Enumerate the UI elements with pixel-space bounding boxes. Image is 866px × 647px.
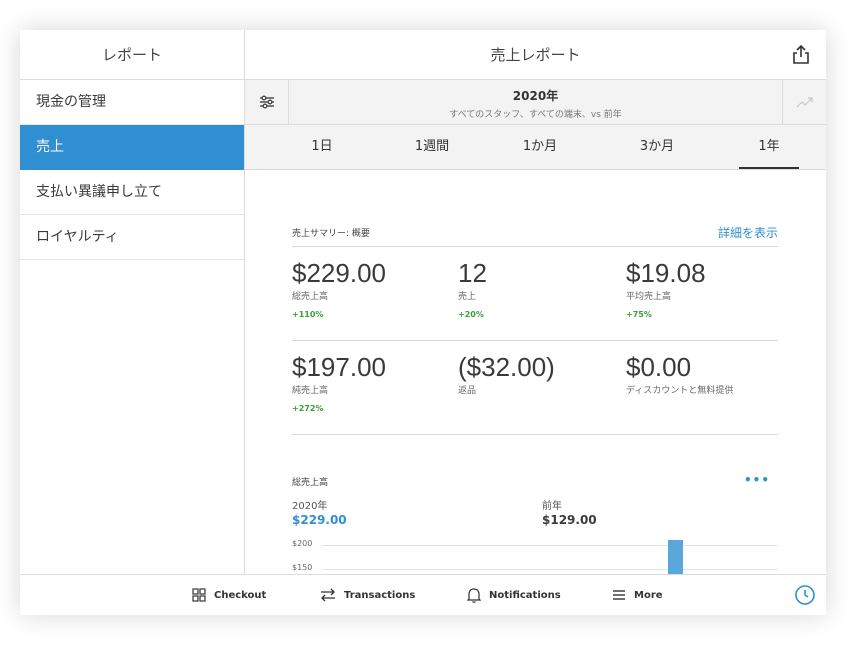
tab-1-day[interactable]: 1日 xyxy=(307,125,337,169)
period-tabs: 1日 1週間 1か月 3か月 1年 xyxy=(245,125,826,170)
bottom-nav: Checkout Transactions Notifications More xyxy=(20,574,826,615)
metric-refunds: ($32.00) 返品 xyxy=(458,353,555,396)
metric-value: $19.08 xyxy=(626,258,706,288)
sidebar-item-disputes[interactable]: 支払い異議申し立て xyxy=(20,170,244,215)
grid-icon xyxy=(192,588,206,602)
metric-sales-count: 12 売上 +20% xyxy=(458,259,487,319)
metric-discounts: $0.00 ディスカウントと無料提供 xyxy=(626,353,733,396)
chart-title: 総売上高 xyxy=(292,478,329,488)
tab-1-month[interactable]: 1か月 xyxy=(520,125,560,169)
grid-line xyxy=(322,569,778,570)
nav-more[interactable]: More xyxy=(612,575,663,615)
swap-arrows-icon xyxy=(321,588,335,602)
sidebar-item-sales[interactable]: 売上 xyxy=(20,125,244,170)
metric-change: +272% xyxy=(292,404,324,413)
nav-notifications[interactable]: Notifications xyxy=(467,575,561,615)
sliders-icon xyxy=(259,95,274,109)
sales-summary: 売上サマリー: 概要 詳細を表示 $229.00 総売上高 +110% 12 売… xyxy=(292,225,778,575)
gross-sales-chart: 総売上高 ••• 2020年 $229.00 前年 $129.00 $200 $… xyxy=(292,435,778,575)
nav-label: Transactions xyxy=(344,589,416,601)
metric-change: +75% xyxy=(626,310,652,319)
app-window: レポート 現金の管理 売上 支払い異議申し立て ロイヤルティ 売上レポート 20… xyxy=(20,30,826,615)
share-icon[interactable] xyxy=(792,45,810,65)
page-title: 売上レポート xyxy=(490,46,581,64)
nav-transactions[interactable]: Transactions xyxy=(320,575,415,615)
bell-icon xyxy=(467,588,481,603)
menu-icon xyxy=(613,590,625,600)
metric-value: ($32.00) xyxy=(458,352,555,382)
sidebar-title: レポート xyxy=(20,30,244,80)
chart-bar xyxy=(668,540,683,575)
metrics-row: $229.00 総売上高 +110% 12 売上 +20% $19.08 平均売… xyxy=(292,247,778,341)
sidebar-item-cash-management[interactable]: 現金の管理 xyxy=(20,80,244,125)
main-panel: 売上レポート 2020年 すべてのスタッフ、すべての端末、vs 前年 1日 1週… xyxy=(245,30,826,575)
filter-subtitle: すべてのスタッフ、すべての端末、vs 前年 xyxy=(449,110,622,120)
current-period-label: 2020年 xyxy=(292,501,328,512)
clock-icon[interactable] xyxy=(794,584,816,606)
metric-label: ディスカウントと無料提供 xyxy=(626,386,734,396)
y-tick-label: $150 xyxy=(292,563,313,572)
metric-change: +110% xyxy=(292,310,324,319)
metric-value: $0.00 xyxy=(626,352,692,382)
previous-period-value: $129.00 xyxy=(542,513,597,527)
summary-header: 売上サマリー: 概要 詳細を表示 xyxy=(292,225,778,247)
metric-net-sales: $197.00 純売上高 +272% xyxy=(292,353,386,413)
summary-title: 売上サマリー: 概要 xyxy=(292,229,370,239)
metric-value: $229.00 xyxy=(292,258,386,288)
tab-3-months[interactable]: 3か月 xyxy=(637,125,677,169)
tab-1-year[interactable]: 1年 xyxy=(739,125,799,169)
metric-label: 返品 xyxy=(458,386,477,396)
show-details-link[interactable]: 詳細を表示 xyxy=(718,224,778,241)
grid-line xyxy=(322,545,778,546)
metric-label: 総売上高 xyxy=(292,292,329,302)
more-options-button[interactable]: ••• xyxy=(744,473,770,487)
sidebar-item-loyalty[interactable]: ロイヤルティ xyxy=(20,215,244,260)
metric-label: 売上 xyxy=(458,292,477,302)
tab-1-week[interactable]: 1週間 xyxy=(412,125,452,169)
metric-label: 純売上高 xyxy=(292,386,329,396)
metric-value: $197.00 xyxy=(292,352,386,382)
previous-period-label: 前年 xyxy=(542,501,562,512)
nav-label: Notifications xyxy=(489,589,561,601)
metric-average-sale: $19.08 平均売上高 +75% xyxy=(626,259,706,319)
metric-label: 平均売上高 xyxy=(626,292,672,302)
filter-bar: 2020年 すべてのスタッフ、すべての端末、vs 前年 xyxy=(245,80,826,125)
metric-change: +20% xyxy=(458,310,484,319)
sidebar: レポート 現金の管理 売上 支払い異議申し立て ロイヤルティ xyxy=(20,30,245,574)
nav-label: More xyxy=(634,589,663,601)
nav-label: Checkout xyxy=(214,589,267,601)
trend-icon xyxy=(796,97,813,108)
y-tick-label: $200 xyxy=(292,539,313,548)
metric-gross-sales: $229.00 総売上高 +110% xyxy=(292,259,386,319)
trend-button[interactable] xyxy=(782,80,826,124)
metric-value: 12 xyxy=(458,258,487,288)
current-period-value: $229.00 xyxy=(292,513,347,527)
main-header: 売上レポート xyxy=(245,30,826,80)
filter-settings-button[interactable] xyxy=(245,80,289,124)
filter-year: 2020年 xyxy=(512,89,559,103)
filter-summary[interactable]: 2020年 すべてのスタッフ、すべての端末、vs 前年 xyxy=(289,80,782,124)
metrics-row: $197.00 純売上高 +272% ($32.00) 返品 $0.00 ディス… xyxy=(292,341,778,435)
nav-checkout[interactable]: Checkout xyxy=(192,575,266,615)
